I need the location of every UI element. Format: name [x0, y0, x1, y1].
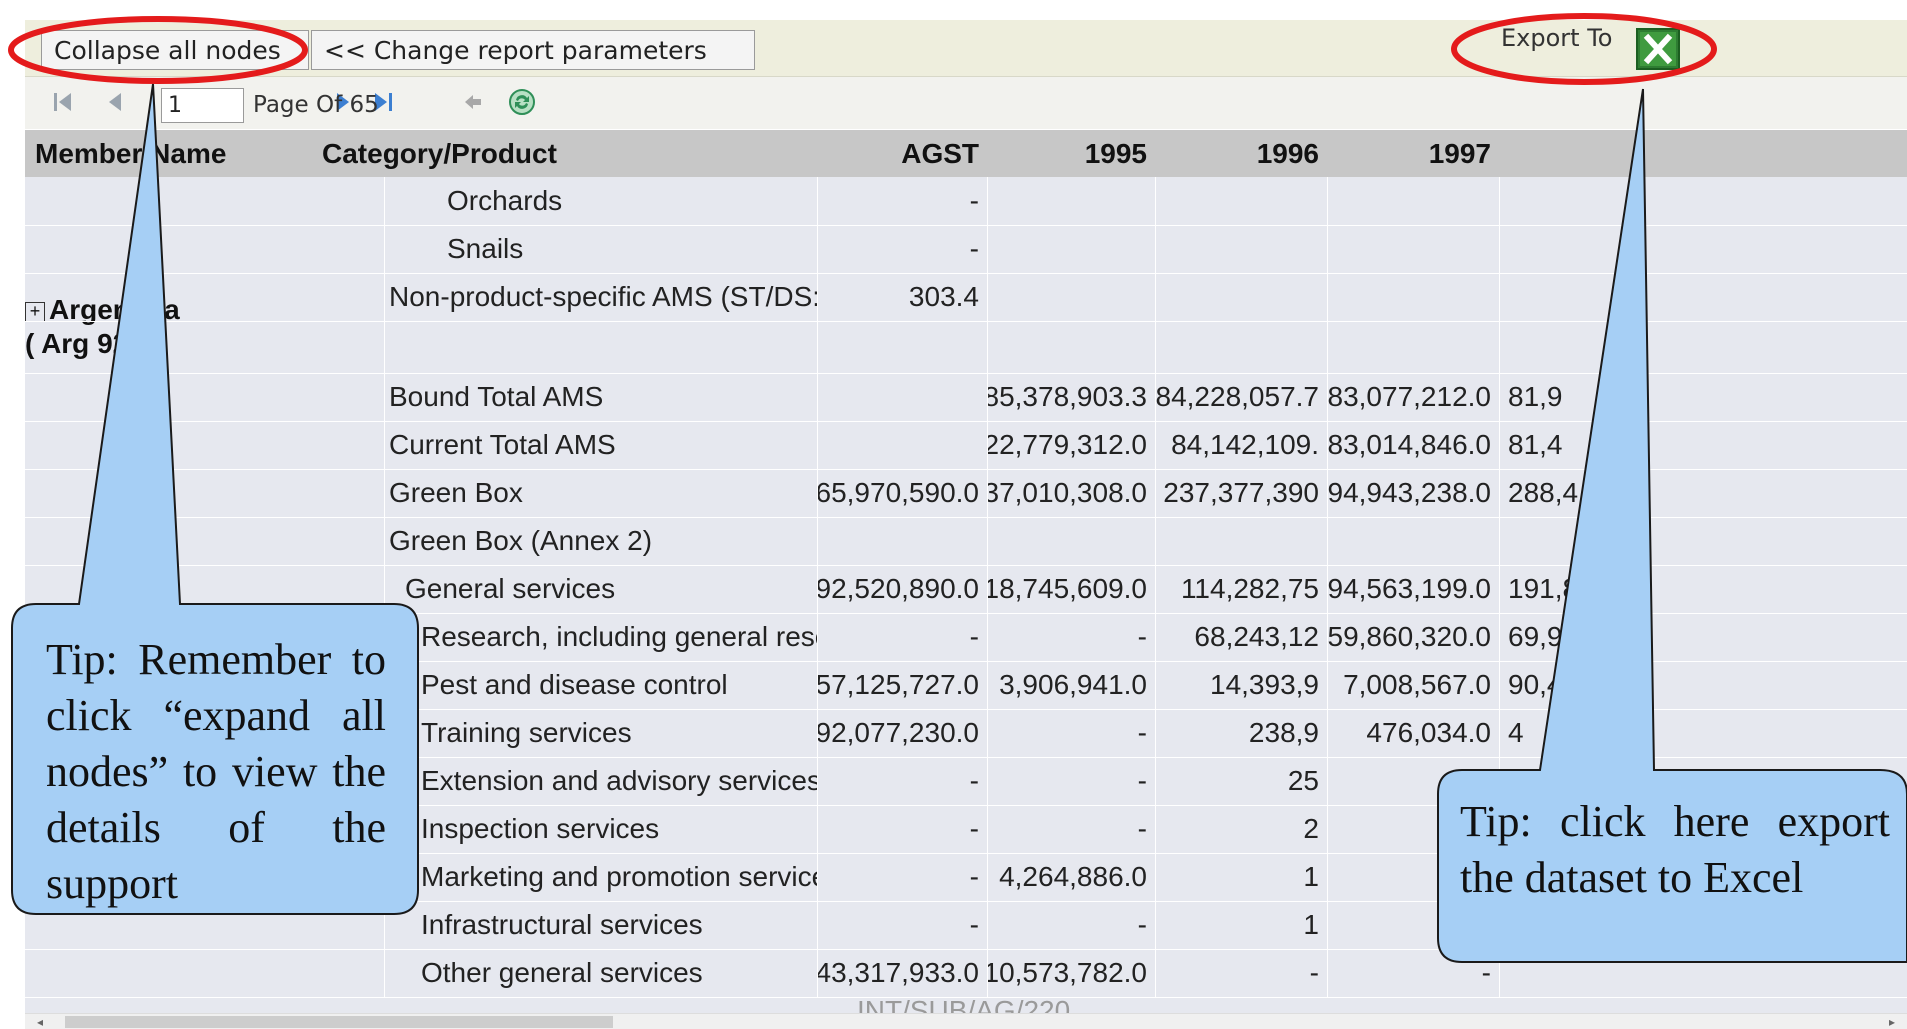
right-tip-text: Tip: click here export the dataset to Ex… — [1460, 797, 1890, 902]
left-tip-text: Tip: Remember to click “expand all nodes… — [46, 635, 386, 908]
collapse-highlight-ellipse — [8, 16, 308, 84]
export-highlight-ellipse — [1451, 13, 1717, 85]
